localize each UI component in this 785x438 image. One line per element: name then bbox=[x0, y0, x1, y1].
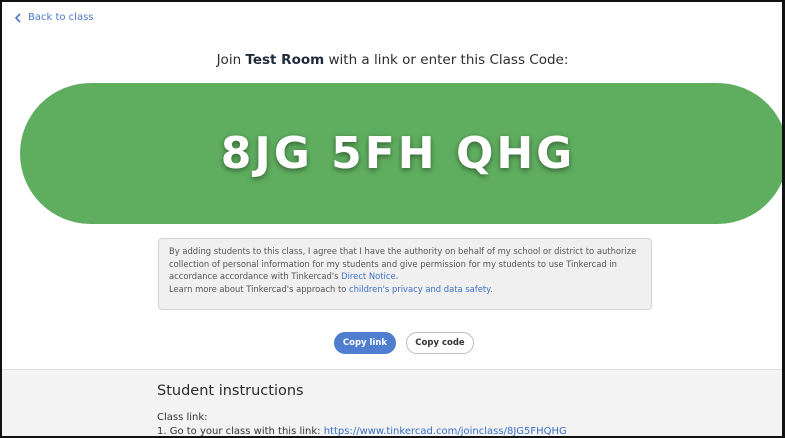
privacy-link[interactable]: children's privacy and data safety bbox=[349, 284, 490, 294]
class-link-label: Class link: bbox=[157, 412, 208, 423]
title-suffix: with a link or enter this Class Code: bbox=[324, 52, 569, 68]
class-code: 8JG 5FH QHG bbox=[220, 128, 576, 179]
class-code-banner: 8JG 5FH QHG bbox=[20, 83, 782, 224]
copy-code-button[interactable]: Copy code bbox=[406, 332, 474, 354]
copy-link-button[interactable]: Copy link bbox=[334, 332, 396, 354]
notice-text-1: By adding students to this class, I agre… bbox=[169, 246, 637, 282]
consent-notice: By adding students to this class, I agre… bbox=[158, 238, 652, 310]
student-instructions-section: Student instructions Class link: 1. Go t… bbox=[2, 369, 782, 437]
direct-notice-link[interactable]: Direct Notice bbox=[341, 271, 396, 281]
chevron-left-icon bbox=[14, 12, 21, 23]
notice-text-3: Learn more about Tinkercad's approach to bbox=[169, 283, 350, 294]
notice-text-2: . bbox=[395, 271, 399, 282]
step-1-text: 1. Go to your class with this link: bbox=[157, 426, 324, 437]
instructions-heading: Student instructions bbox=[157, 383, 304, 399]
instruction-step-1: 1. Go to your class with this link: http… bbox=[157, 426, 567, 437]
back-to-class-link[interactable]: Back to class bbox=[14, 12, 94, 23]
join-class-url-link[interactable]: https://www.tinkercad.com/joinclass/8JG5… bbox=[324, 426, 567, 436]
title-prefix: Join bbox=[216, 52, 246, 68]
notice-text-4: . bbox=[489, 283, 493, 294]
room-name: Test Room bbox=[245, 52, 325, 68]
back-to-class-label: Back to class bbox=[28, 12, 94, 23]
app-window: Back to class Join Test Room with a link… bbox=[0, 0, 785, 438]
page-title: Join Test Room with a link or enter this… bbox=[2, 52, 782, 68]
